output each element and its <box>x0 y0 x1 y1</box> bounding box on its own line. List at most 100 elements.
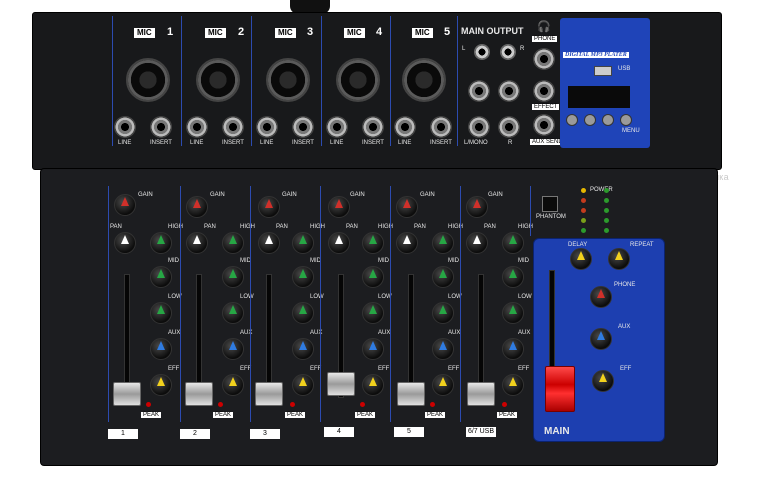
aux-knob[interactable] <box>222 338 244 360</box>
eff-knob[interactable] <box>222 374 244 396</box>
xlr-input[interactable] <box>402 58 446 102</box>
gain-knob[interactable] <box>114 194 136 216</box>
knob-pointer <box>597 331 605 340</box>
delay-knob[interactable] <box>570 248 592 270</box>
low-knob[interactable] <box>502 302 524 324</box>
peak-led <box>290 402 295 407</box>
lmono-jack[interactable] <box>468 116 490 138</box>
main-label: MAIN <box>544 426 570 437</box>
gain-knob[interactable] <box>258 196 280 218</box>
high-knob[interactable] <box>292 232 314 254</box>
pan-knob[interactable] <box>396 232 418 254</box>
line-jack[interactable] <box>186 116 208 138</box>
low-knob[interactable] <box>150 302 172 324</box>
aux-send-jack[interactable] <box>533 114 555 136</box>
eff-knob[interactable] <box>432 374 454 396</box>
xlr-input[interactable] <box>196 58 240 102</box>
channel-fader-cap[interactable] <box>113 382 141 406</box>
level-led <box>581 198 586 203</box>
mid-knob[interactable] <box>502 266 524 288</box>
channel-fader-cap[interactable] <box>255 382 283 406</box>
knob-pointer <box>509 341 517 350</box>
eff-knob[interactable] <box>150 374 172 396</box>
effect-label: EFFECT <box>532 104 560 110</box>
channel-fader-cap[interactable] <box>397 382 425 406</box>
pan-knob[interactable] <box>466 232 488 254</box>
usb-port[interactable] <box>594 66 612 76</box>
phantom-button[interactable] <box>542 196 558 212</box>
insert-jack[interactable] <box>430 116 452 138</box>
pan-knob[interactable] <box>186 232 208 254</box>
high-knob[interactable] <box>432 232 454 254</box>
mic-label: MIC <box>275 28 296 38</box>
insert-jack[interactable] <box>150 116 172 138</box>
gain-knob[interactable] <box>396 196 418 218</box>
gain-knob[interactable] <box>186 196 208 218</box>
mp3-display <box>568 86 630 108</box>
xlr-input[interactable] <box>336 58 380 102</box>
effect-jack[interactable] <box>533 80 555 102</box>
rca-left[interactable] <box>474 44 490 60</box>
channel-fader-cap[interactable] <box>327 372 355 396</box>
play-pause-button[interactable] <box>566 114 578 126</box>
insert-jack[interactable] <box>292 116 314 138</box>
menu-button[interactable] <box>620 114 632 126</box>
mid-knob[interactable] <box>150 266 172 288</box>
low-knob[interactable] <box>222 302 244 324</box>
high-label: HIGH <box>310 224 325 230</box>
knob-pointer <box>439 235 447 244</box>
low-knob[interactable] <box>292 302 314 324</box>
repeat-knob[interactable] <box>608 248 630 270</box>
mid-knob[interactable] <box>432 266 454 288</box>
high-knob[interactable] <box>222 232 244 254</box>
aux-knob[interactable] <box>502 338 524 360</box>
mid-knob[interactable] <box>362 266 384 288</box>
divider <box>180 186 181 422</box>
main-out-l-jack[interactable] <box>468 80 490 102</box>
rca-right[interactable] <box>500 44 516 60</box>
main-fader-cap[interactable] <box>545 366 575 412</box>
insert-jack[interactable] <box>362 116 384 138</box>
high-knob[interactable] <box>150 232 172 254</box>
gain-knob[interactable] <box>466 196 488 218</box>
eff-knob[interactable] <box>292 374 314 396</box>
line-jack[interactable] <box>256 116 278 138</box>
main-out-r-jack[interactable] <box>498 80 520 102</box>
aux-knob[interactable] <box>150 338 172 360</box>
next-button[interactable] <box>602 114 614 126</box>
line-jack[interactable] <box>326 116 348 138</box>
channel-number: 6/7 USB <box>466 427 496 437</box>
eff-knob[interactable] <box>362 374 384 396</box>
aux-knob[interactable] <box>432 338 454 360</box>
pan-knob[interactable] <box>328 232 350 254</box>
high-knob[interactable] <box>362 232 384 254</box>
phone-knob[interactable] <box>590 286 612 308</box>
aux-knob[interactable] <box>292 338 314 360</box>
pan-knob[interactable] <box>258 232 280 254</box>
master-eff-knob[interactable] <box>592 370 614 392</box>
low-knob[interactable] <box>362 302 384 324</box>
eff-knob[interactable] <box>502 374 524 396</box>
pan-knob[interactable] <box>114 232 136 254</box>
line-jack[interactable] <box>114 116 136 138</box>
master-aux-knob[interactable] <box>590 328 612 350</box>
mid-knob[interactable] <box>222 266 244 288</box>
channel-fader-cap[interactable] <box>467 382 495 406</box>
r-jack[interactable] <box>498 116 520 138</box>
knob-pointer <box>229 269 237 278</box>
gain-knob[interactable] <box>328 196 350 218</box>
phone-jack[interactable] <box>533 48 555 70</box>
r-label: R <box>520 46 525 52</box>
channel-fader-cap[interactable] <box>185 382 213 406</box>
power-led <box>581 188 586 193</box>
insert-jack[interactable] <box>222 116 244 138</box>
prev-button[interactable] <box>584 114 596 126</box>
high-knob[interactable] <box>502 232 524 254</box>
channel-number: 2 <box>180 429 210 439</box>
mid-knob[interactable] <box>292 266 314 288</box>
aux-knob[interactable] <box>362 338 384 360</box>
xlr-input[interactable] <box>266 58 310 102</box>
line-jack[interactable] <box>394 116 416 138</box>
low-knob[interactable] <box>432 302 454 324</box>
xlr-input[interactable] <box>126 58 170 102</box>
